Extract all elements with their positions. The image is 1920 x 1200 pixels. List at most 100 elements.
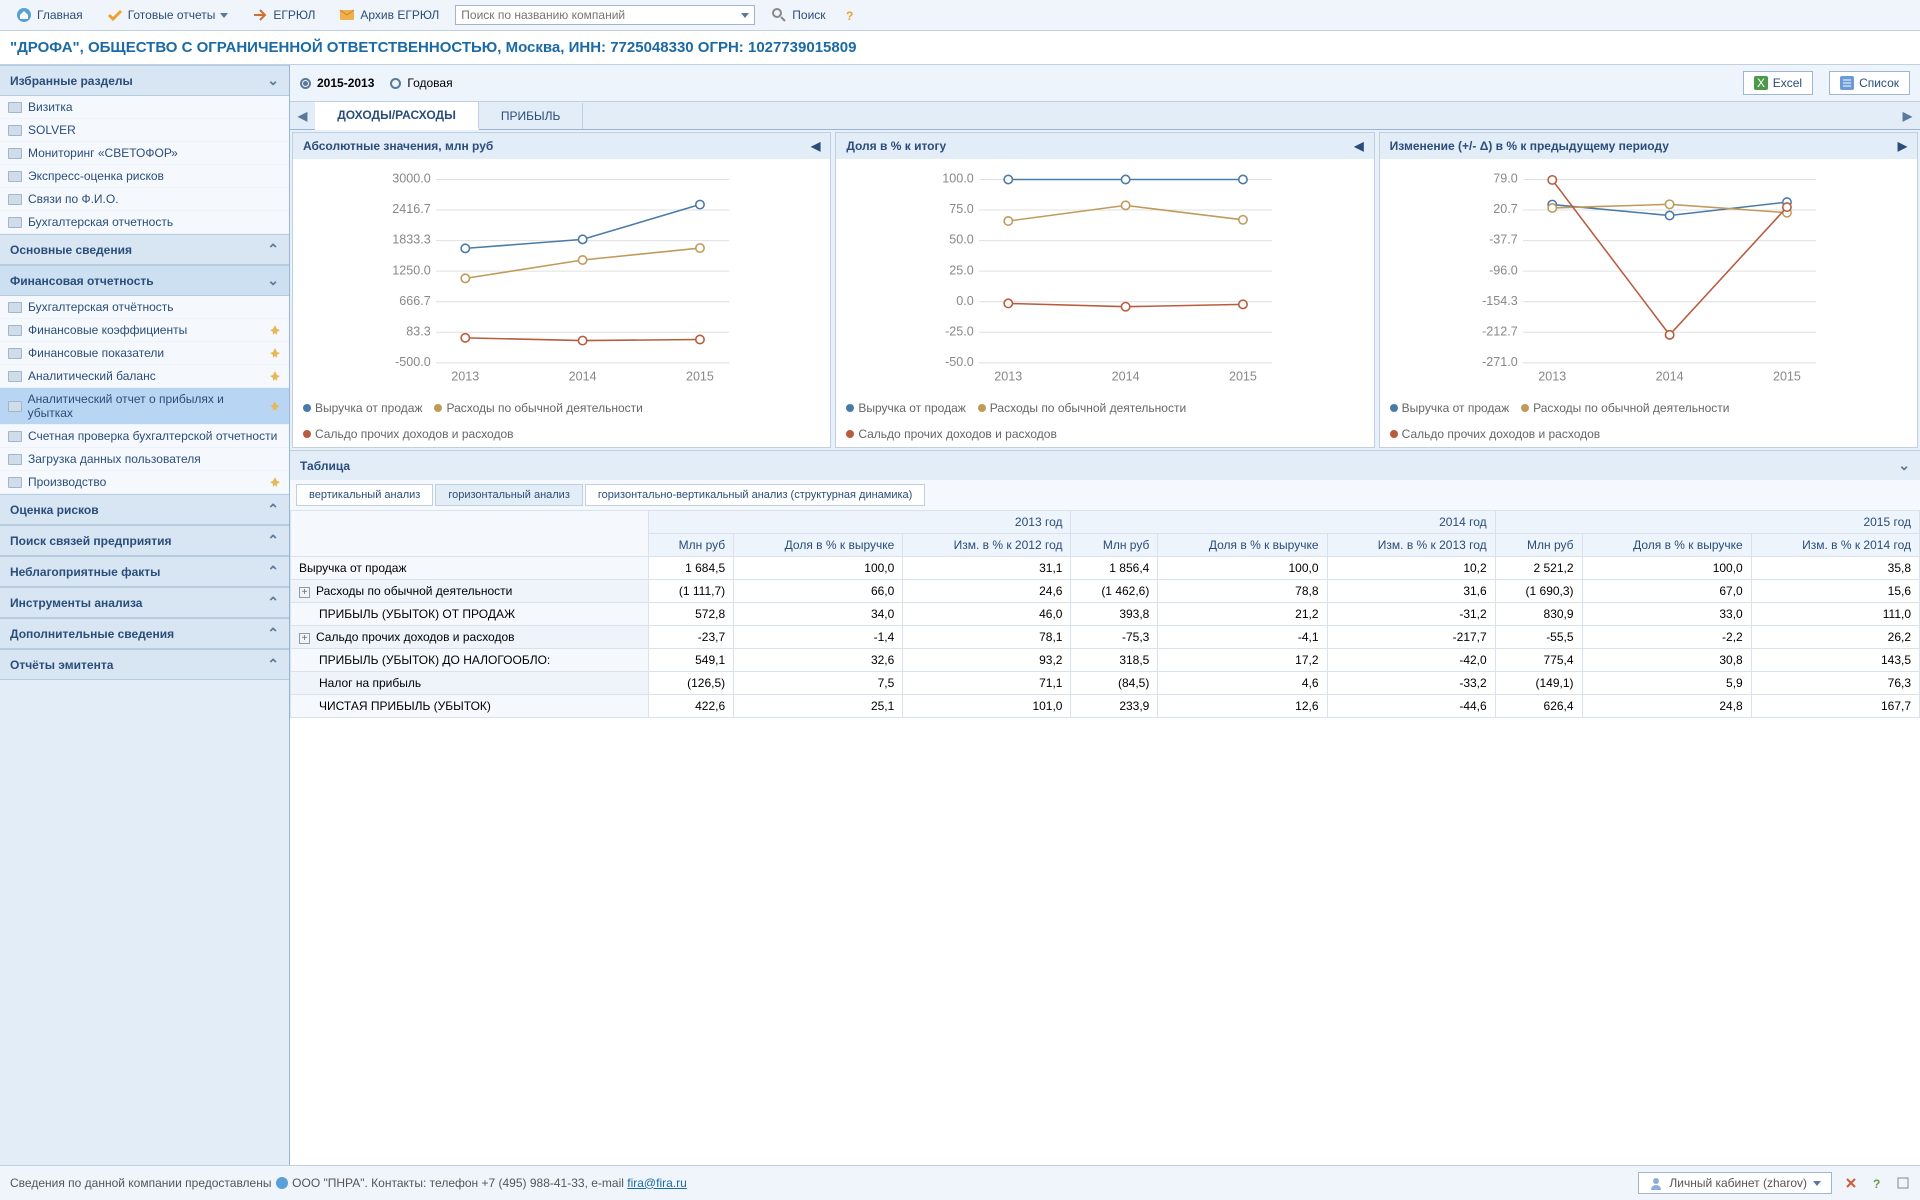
sidebar-item[interactable]: Мониторинг «СВЕТОФОР» — [0, 142, 289, 165]
search-button[interactable]: Поиск — [763, 4, 833, 26]
table-cell: 15,6 — [1751, 580, 1919, 603]
sidebar-item-label: Связи по Ф.И.О. — [28, 192, 119, 206]
folder-icon — [8, 102, 22, 113]
egrul-button[interactable]: ЕГРЮЛ — [244, 4, 323, 26]
pin-icon[interactable] — [269, 370, 281, 382]
section-list: Бухгалтерская отчётность Финансовые коэфф… — [0, 296, 289, 494]
legend-label: Сальдо прочих доходов и расходов — [315, 427, 514, 441]
section-header[interactable]: Оценка рисков⌃ — [0, 494, 289, 525]
favorites-header[interactable]: Избранные разделы⌄ — [0, 65, 289, 96]
section-header[interactable]: Инструменты анализа⌃ — [0, 587, 289, 618]
row-label: Налог на прибыль — [291, 672, 649, 695]
archive-button[interactable]: Архив ЕГРЮЛ — [331, 4, 447, 26]
footer-email-link[interactable]: fira@fira.ru — [627, 1176, 687, 1190]
sidebar-item[interactable]: SOLVER — [0, 119, 289, 142]
home-icon — [16, 7, 32, 23]
section-header[interactable]: Отчёты эмитента⌃ — [0, 649, 289, 680]
sidebar-item[interactable]: Связи по Ф.И.О. — [0, 188, 289, 211]
section-header[interactable]: Дополнительные сведения⌃ — [0, 618, 289, 649]
close-icon[interactable] — [1844, 1176, 1858, 1190]
chart-collapse-icon[interactable]: ▶ — [1898, 139, 1907, 153]
table-row: ПРИБЫЛЬ (УБЫТОК) ОТ ПРОДАЖ572,834,046,03… — [291, 603, 1920, 626]
table-header[interactable]: Таблица⌄ — [290, 451, 1920, 480]
sidebar-item[interactable]: Аналитический отчет о прибылях и убытках — [0, 388, 289, 425]
sidebar-item[interactable]: Бухгалтерская отчётность — [0, 296, 289, 319]
legend-label: Выручка от продаж — [1402, 401, 1509, 415]
table-cell: 24,6 — [903, 580, 1071, 603]
table-cell: 5,9 — [1582, 672, 1751, 695]
section-header[interactable]: Поиск связей предприятия⌃ — [0, 525, 289, 556]
tab-prev-arrow[interactable]: ◀ — [290, 105, 315, 127]
search-input[interactable] — [461, 8, 741, 22]
period-type-radio[interactable]: Годовая — [390, 76, 452, 90]
company-title: "ДРОФА", ОБЩЕСТВО С ОГРАНИЧЕННОЙ ОТВЕТСТ… — [0, 31, 1920, 65]
tab-next-arrow[interactable]: ▶ — [1895, 105, 1920, 127]
table-cell: (1 111,7) — [649, 580, 734, 603]
expand-button[interactable]: + — [299, 587, 310, 598]
sidebar-item[interactable]: Визитка — [0, 96, 289, 119]
table-cell: -4,1 — [1158, 626, 1327, 649]
sidebar-item[interactable]: Финансовые показатели — [0, 342, 289, 365]
table-row: Выручка от продаж1 684,5100,031,11 856,4… — [291, 557, 1920, 580]
table-cell: 35,8 — [1751, 557, 1919, 580]
svg-text:79.0: 79.0 — [1493, 172, 1517, 186]
table-cell: 31,6 — [1327, 580, 1495, 603]
pin-icon[interactable] — [269, 324, 281, 336]
sidebar-item[interactable]: Экспресс-оценка рисков — [0, 165, 289, 188]
chart-collapse-icon[interactable]: ◀ — [1354, 139, 1363, 153]
dropdown-arrow-icon[interactable] — [741, 13, 749, 18]
table-row: ПРИБЫЛЬ (УБЫТОК) ДО НАЛОГООБЛО:549,132,6… — [291, 649, 1920, 672]
user-account-button[interactable]: Личный кабинет (zharov) — [1638, 1172, 1832, 1194]
reports-button[interactable]: Готовые отчеты — [99, 4, 237, 26]
legend-label: Выручка от продаж — [858, 401, 965, 415]
chart-title-text: Абсолютные значения, млн руб — [303, 139, 493, 153]
section-header[interactable]: Финансовая отчетность⌄ — [0, 265, 289, 296]
chart-collapse-icon[interactable]: ◀ — [811, 139, 820, 153]
folder-icon — [8, 125, 22, 136]
table-cell: 12,6 — [1158, 695, 1327, 718]
table-cell: 167,7 — [1751, 695, 1919, 718]
pin-icon[interactable] — [269, 347, 281, 359]
help-icon[interactable]: ? — [1870, 1176, 1884, 1190]
tab-income-expense[interactable]: ДОХОДЫ/РАСХОДЫ — [315, 102, 479, 130]
period-range-radio[interactable]: 2015-2013 — [300, 76, 374, 90]
tab-profit[interactable]: ПРИБЫЛЬ — [479, 103, 584, 129]
sidebar-item[interactable]: Аналитический баланс — [0, 365, 289, 388]
sidebar-item-label: Финансовые коэффициенты — [28, 323, 187, 337]
sidebar-item[interactable]: Производство — [0, 471, 289, 494]
sidebar-item[interactable]: Загрузка данных пользователя — [0, 448, 289, 471]
section-header[interactable]: Основные сведения⌃ — [0, 234, 289, 265]
table-cell: 31,1 — [903, 557, 1071, 580]
list-button[interactable]: Список — [1829, 71, 1910, 95]
sidebar-item-label: Экспресс-оценка рисков — [28, 169, 164, 183]
table-cell: 34,0 — [734, 603, 903, 626]
home-button[interactable]: Главная — [8, 4, 91, 26]
table-cell: 78,1 — [903, 626, 1071, 649]
legend-dot — [303, 430, 311, 438]
analysis-tab[interactable]: горизонтальный анализ — [435, 484, 583, 506]
expand-button[interactable]: + — [299, 633, 310, 644]
analysis-tab[interactable]: вертикальный анализ — [296, 484, 433, 506]
table-cell: -1,4 — [734, 626, 903, 649]
section-header[interactable]: Неблагоприятные факты⌃ — [0, 556, 289, 587]
table-cell: 4,6 — [1158, 672, 1327, 695]
sidebar-item[interactable]: Бухгалтерская отчетность — [0, 211, 289, 234]
pin-icon[interactable] — [269, 476, 281, 488]
chevron-down-icon: ⌄ — [1898, 457, 1910, 474]
help-icon[interactable]: ? — [842, 7, 858, 23]
search-input-container[interactable] — [455, 5, 755, 25]
table-cell: 549,1 — [649, 649, 734, 672]
legend-dot — [978, 404, 986, 412]
row-label: ЧИСТАЯ ПРИБЫЛЬ (УБЫТОК) — [291, 695, 649, 718]
radio-icon — [300, 78, 311, 89]
table-cell: (149,1) — [1495, 672, 1582, 695]
analysis-tab[interactable]: горизонтально-вертикальный анализ (струк… — [585, 484, 925, 506]
sidebar-item-label: Визитка — [28, 100, 73, 114]
excel-button[interactable]: XExcel — [1743, 71, 1813, 95]
sidebar-item[interactable]: Счетная проверка бухгалтерской отчетност… — [0, 425, 289, 448]
sidebar-item[interactable]: Финансовые коэффициенты — [0, 319, 289, 342]
chart-panel-1: Доля в % к итогу◀-50.0-25.00.025.050.075… — [835, 132, 1374, 448]
svg-text:-25.0: -25.0 — [945, 324, 974, 338]
pin-icon[interactable] — [269, 400, 281, 412]
fullscreen-icon[interactable] — [1896, 1176, 1910, 1190]
